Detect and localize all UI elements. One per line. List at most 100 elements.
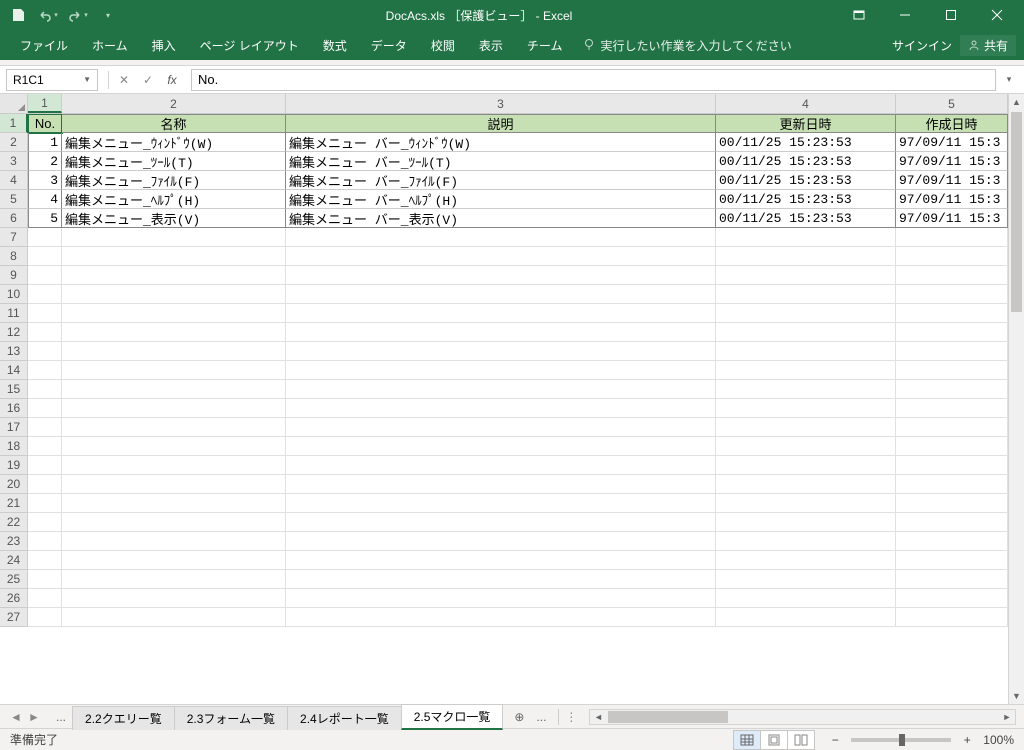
cell-crt[interactable]: 97/09/11 15:3 xyxy=(896,209,1008,228)
cell[interactable] xyxy=(62,266,286,285)
cell[interactable] xyxy=(28,589,62,608)
row-header[interactable]: 11 xyxy=(0,304,28,323)
cell[interactable] xyxy=(286,304,716,323)
row-header[interactable]: 6 xyxy=(0,209,28,228)
cell[interactable] xyxy=(62,532,286,551)
sheet-tab[interactable]: 2.3フォーム一覧 xyxy=(174,706,288,730)
cell[interactable] xyxy=(62,399,286,418)
scroll-up-button[interactable]: ▲ xyxy=(1009,94,1024,110)
cell[interactable] xyxy=(286,475,716,494)
cell[interactable] xyxy=(716,532,896,551)
cell[interactable] xyxy=(62,475,286,494)
cell[interactable] xyxy=(896,513,1008,532)
cell[interactable] xyxy=(896,551,1008,570)
cell[interactable] xyxy=(896,456,1008,475)
cell[interactable] xyxy=(716,361,896,380)
row-header[interactable]: 2 xyxy=(0,133,28,152)
cell[interactable] xyxy=(286,532,716,551)
col-header-4[interactable]: 4 xyxy=(716,94,896,113)
view-pagebreak-button[interactable] xyxy=(787,730,815,750)
cell[interactable] xyxy=(62,323,286,342)
cell-header-no[interactable]: No. xyxy=(28,114,62,133)
cell[interactable] xyxy=(286,456,716,475)
cell-name[interactable]: 編集メニュー_ﾌｧｲﾙ(F) xyxy=(62,171,286,190)
cell[interactable] xyxy=(62,570,286,589)
row-header[interactable]: 1 xyxy=(0,114,28,133)
cell-crt[interactable]: 97/09/11 15:3 xyxy=(896,133,1008,152)
col-header-3[interactable]: 3 xyxy=(286,94,716,113)
cell[interactable] xyxy=(716,475,896,494)
cell[interactable] xyxy=(28,285,62,304)
cell[interactable] xyxy=(286,247,716,266)
cell[interactable] xyxy=(62,551,286,570)
cell[interactable] xyxy=(716,513,896,532)
row-header[interactable]: 12 xyxy=(0,323,28,342)
cell[interactable] xyxy=(62,380,286,399)
view-pagelayout-button[interactable] xyxy=(760,730,788,750)
cell[interactable] xyxy=(28,304,62,323)
cell[interactable] xyxy=(716,494,896,513)
cell[interactable] xyxy=(286,361,716,380)
row-header[interactable]: 18 xyxy=(0,437,28,456)
tab-view[interactable]: 表示 xyxy=(467,30,515,60)
cell[interactable] xyxy=(896,418,1008,437)
cell[interactable] xyxy=(896,399,1008,418)
cell[interactable] xyxy=(62,342,286,361)
cell-desc[interactable]: 編集メニュー バー_ｳｨﾝﾄﾞｳ(W) xyxy=(286,133,716,152)
cell[interactable] xyxy=(28,342,62,361)
cell[interactable] xyxy=(62,285,286,304)
hscroll-thumb[interactable] xyxy=(608,711,728,723)
hscroll-right[interactable]: ► xyxy=(999,710,1015,724)
undo-button[interactable]: ▾ xyxy=(34,3,62,27)
cell[interactable] xyxy=(286,266,716,285)
cell[interactable] xyxy=(286,551,716,570)
sheet-overflow-right[interactable]: ... xyxy=(530,710,552,724)
row-header[interactable]: 17 xyxy=(0,418,28,437)
cell[interactable] xyxy=(62,247,286,266)
cell[interactable] xyxy=(896,380,1008,399)
cell[interactable] xyxy=(896,323,1008,342)
cell[interactable] xyxy=(28,380,62,399)
cell[interactable] xyxy=(896,437,1008,456)
cell-header-crt[interactable]: 作成日時 xyxy=(896,114,1008,133)
zoom-level[interactable]: 100% xyxy=(983,733,1014,747)
cell[interactable] xyxy=(896,532,1008,551)
tab-insert[interactable]: 挿入 xyxy=(140,30,188,60)
formula-expand-button[interactable]: ▾ xyxy=(1000,69,1018,91)
cell[interactable] xyxy=(716,456,896,475)
sheet-tab[interactable]: 2.5マクロ一覧 xyxy=(401,704,504,730)
row-header[interactable]: 21 xyxy=(0,494,28,513)
cell[interactable] xyxy=(896,247,1008,266)
cell[interactable] xyxy=(28,323,62,342)
cell-crt[interactable]: 97/09/11 15:3 xyxy=(896,171,1008,190)
cell-no[interactable]: 4 xyxy=(28,190,62,209)
cell[interactable] xyxy=(716,247,896,266)
cell[interactable] xyxy=(896,342,1008,361)
row-header[interactable]: 3 xyxy=(0,152,28,171)
ribbon-display-button[interactable] xyxy=(836,0,882,30)
cell[interactable] xyxy=(896,589,1008,608)
cell[interactable] xyxy=(716,551,896,570)
cell[interactable] xyxy=(716,418,896,437)
cell-crt[interactable]: 97/09/11 15:3 xyxy=(896,152,1008,171)
row-header[interactable]: 20 xyxy=(0,475,28,494)
cell[interactable] xyxy=(28,456,62,475)
row-header[interactable]: 19 xyxy=(0,456,28,475)
cell[interactable] xyxy=(62,437,286,456)
formula-input[interactable]: No. xyxy=(191,69,996,91)
zoom-knob[interactable] xyxy=(899,734,905,746)
row-header[interactable]: 9 xyxy=(0,266,28,285)
cell[interactable] xyxy=(716,608,896,627)
row-header[interactable]: 15 xyxy=(0,380,28,399)
tab-file[interactable]: ファイル xyxy=(8,30,80,60)
row-header[interactable]: 22 xyxy=(0,513,28,532)
cell[interactable] xyxy=(716,570,896,589)
hscroll-left[interactable]: ◄ xyxy=(590,710,606,724)
col-header-2[interactable]: 2 xyxy=(62,94,286,113)
cell[interactable] xyxy=(28,532,62,551)
cancel-formula-button[interactable]: ✕ xyxy=(113,69,135,91)
cell[interactable] xyxy=(62,418,286,437)
cell-no[interactable]: 5 xyxy=(28,209,62,228)
cell[interactable] xyxy=(896,475,1008,494)
cell-upd[interactable]: 00/11/25 15:23:53 xyxy=(716,171,896,190)
